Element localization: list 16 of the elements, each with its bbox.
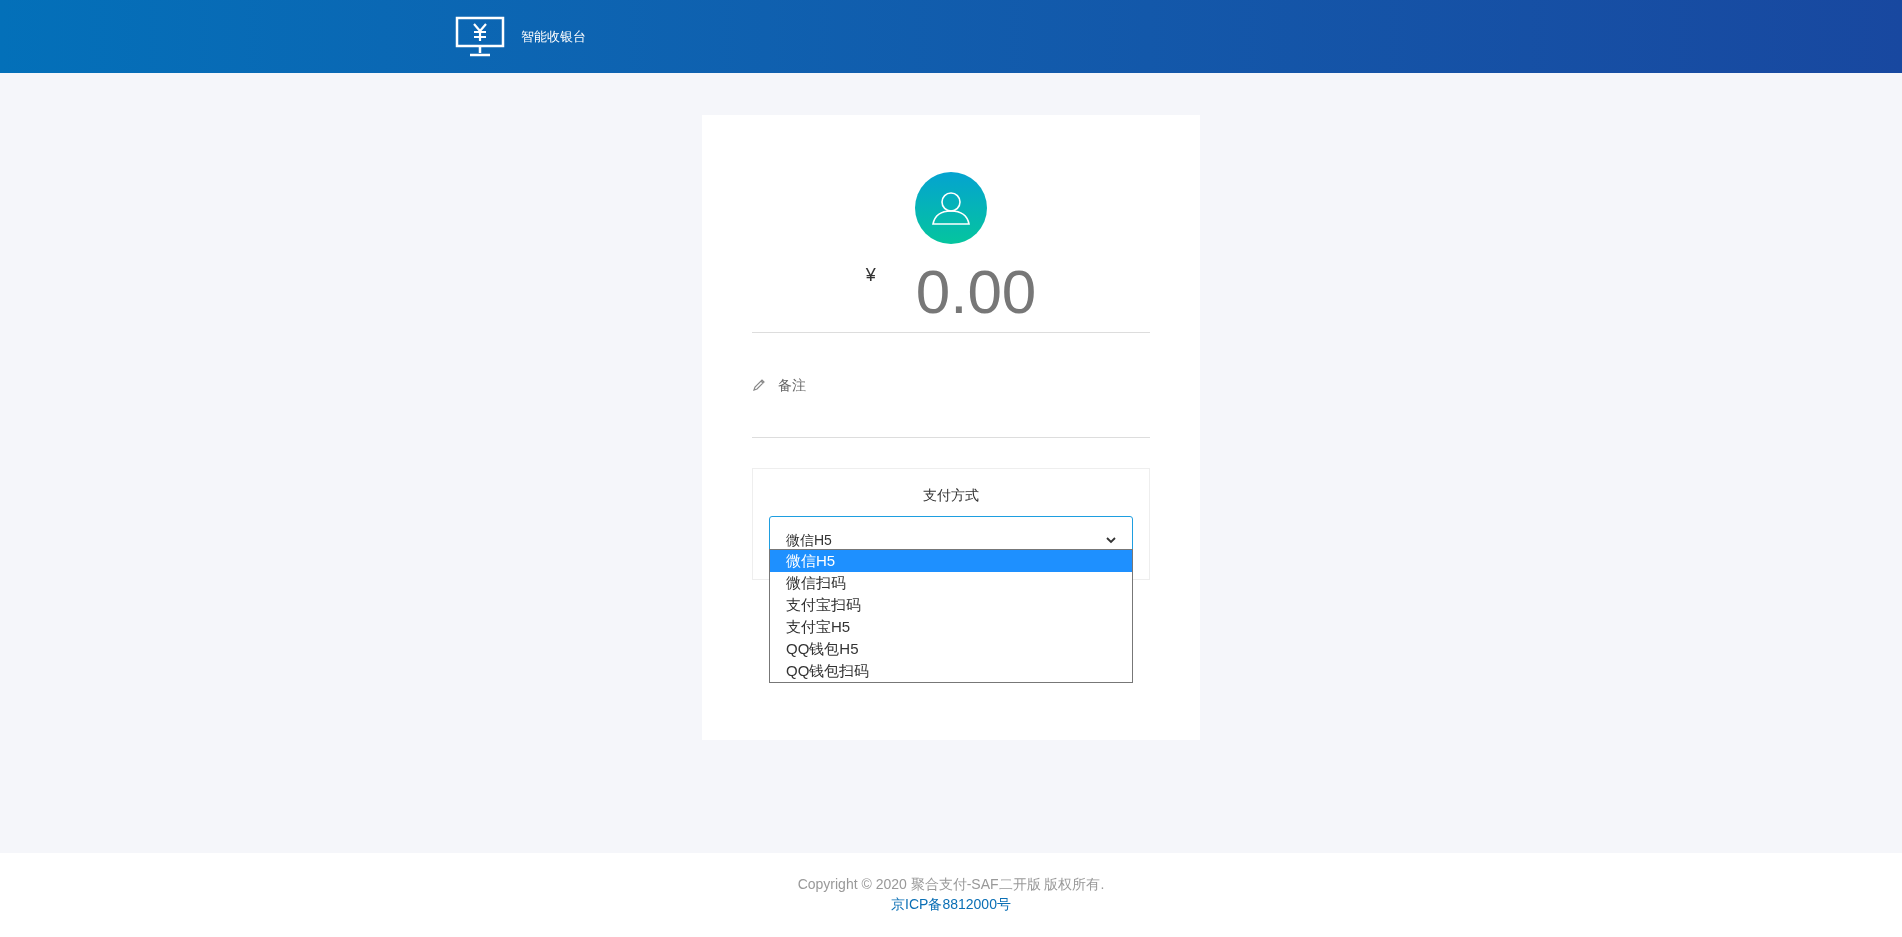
monitor-yen-icon: [455, 15, 505, 58]
user-avatar-icon: [915, 172, 987, 244]
icp-link[interactable]: 京ICP备8812000号: [891, 894, 1011, 914]
copyright-text: Copyright © 2020 聚合支付-SAF二开版 版权所有.: [797, 875, 1105, 894]
payment-method-label: 支付方式: [923, 486, 979, 505]
dropdown-option[interactable]: 支付宝扫码: [770, 594, 1132, 616]
dropdown-option[interactable]: QQ钱包扫码: [770, 660, 1132, 682]
dropdown-option[interactable]: 微信扫码: [770, 572, 1132, 594]
chevron-down-icon: [1106, 537, 1116, 544]
amount-field[interactable]: 0.00: [915, 260, 1037, 324]
note-field[interactable]: 备注: [778, 374, 806, 396]
app-title: 智能收银台: [521, 27, 586, 46]
dropdown-option[interactable]: QQ钱包H5: [770, 638, 1132, 660]
currency-symbol: ¥: [865, 264, 876, 287]
pencil-icon: [752, 378, 766, 392]
dropdown-option[interactable]: 支付宝H5: [770, 616, 1132, 638]
